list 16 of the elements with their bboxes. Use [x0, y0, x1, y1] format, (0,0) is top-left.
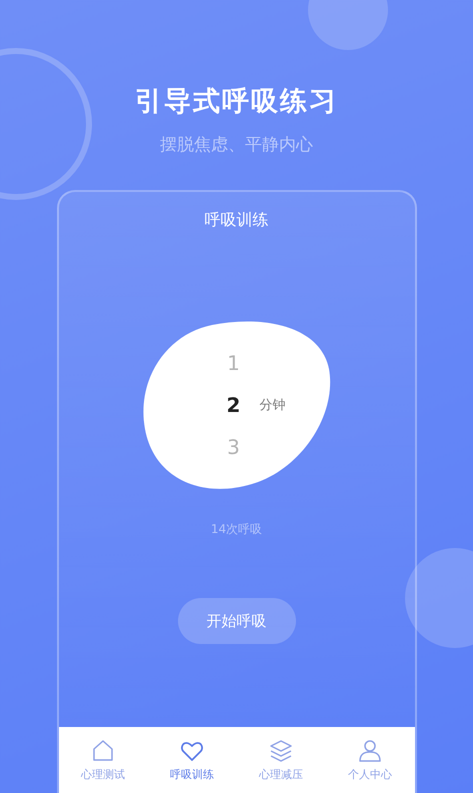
page-title: 引导式呼吸练习: [135, 85, 338, 119]
minute-option[interactable]: 1: [227, 351, 240, 375]
layers-icon: [269, 738, 293, 762]
tab[interactable]: 呼吸训练: [148, 727, 236, 793]
minute-option[interactable]: 3: [227, 435, 240, 459]
page-subtitle: 摆脱焦虑、平静内心: [160, 134, 313, 156]
card-title: 呼吸训练: [204, 210, 268, 231]
house-icon: [91, 738, 115, 762]
tab[interactable]: 心理测试: [58, 727, 148, 793]
start-button[interactable]: 开始呼吸: [178, 598, 296, 644]
tab[interactable]: 个人中心: [326, 727, 414, 793]
unit-label: 分钟: [260, 397, 286, 414]
person-icon: [358, 738, 382, 762]
minute-option[interactable]: 2: [226, 393, 240, 417]
breath-count: 14次呼吸: [210, 521, 262, 538]
tab[interactable]: 心理减压: [236, 727, 326, 793]
